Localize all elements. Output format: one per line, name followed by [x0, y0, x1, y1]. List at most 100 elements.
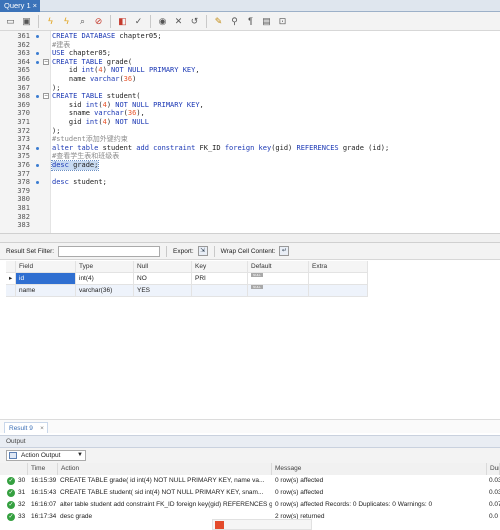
- filter-input[interactable]: [58, 245, 161, 257]
- export-icon[interactable]: ⇲: [197, 246, 208, 256]
- stop-icon[interactable]: ⊘: [92, 15, 105, 28]
- code-text: CREATE DATABASE chapter05;: [52, 32, 162, 40]
- column-header[interactable]: Null: [134, 261, 192, 273]
- find-icon[interactable]: ⚲: [228, 15, 241, 28]
- column-header[interactable]: Key: [192, 261, 248, 273]
- output-column-header[interactable]: [0, 463, 28, 475]
- tab-query-1[interactable]: Query 1 ×: [0, 0, 40, 12]
- line-number: 371: [17, 118, 30, 126]
- fold-toggle-icon[interactable]: −: [43, 58, 49, 65]
- code-text: id int(4) NOT NULL PRIMARY KEY,: [52, 66, 200, 75]
- rollback-icon[interactable]: ↺: [188, 15, 201, 28]
- code-line[interactable]: 363 USE chapter05;: [0, 49, 500, 58]
- line-number: 361: [17, 32, 30, 40]
- auto-commit-icon[interactable]: ◉: [156, 15, 169, 28]
- execute-current-icon[interactable]: ϟ: [60, 15, 73, 28]
- output-row[interactable]: ✓ 30 16:15:39 CREATE TABLE grade( id int(4)…: [0, 475, 500, 487]
- code-text: #查看学生表和班级表: [52, 152, 120, 161]
- code-line[interactable]: 372);: [0, 127, 500, 136]
- grid-cell[interactable]: [309, 285, 368, 297]
- output-column-header[interactable]: Time: [28, 463, 58, 475]
- execute-icon[interactable]: ϟ: [44, 15, 57, 28]
- grid-cell[interactable]: NO: [134, 273, 192, 285]
- code-line[interactable]: 382: [0, 213, 500, 222]
- code-line[interactable]: 381: [0, 204, 500, 213]
- column-header[interactable]: Extra: [309, 261, 368, 273]
- query-tab-bar: Query 1 ×: [0, 0, 500, 12]
- output-column-header[interactable]: Action: [58, 463, 272, 475]
- output-row[interactable]: ✓ 31 16:15:43 CREATE TABLE student( sid int…: [0, 487, 500, 499]
- code-text: name varchar(36): [52, 75, 137, 83]
- code-line[interactable]: 375 #查看学生表和班级表: [0, 152, 500, 161]
- stop-on-error-icon[interactable]: ✕: [172, 15, 185, 28]
- output-select-value: Action Output: [21, 452, 61, 459]
- grid-cell[interactable]: varchar(36): [76, 285, 134, 297]
- code-line[interactable]: 376 desc grade;: [0, 160, 500, 171]
- code-line[interactable]: 366 name varchar(36): [0, 75, 500, 84]
- folder-open-icon[interactable]: ▭: [4, 15, 17, 28]
- row-marker[interactable]: ▸: [6, 273, 16, 285]
- grid-cell[interactable]: int(4): [76, 273, 134, 285]
- code-line[interactable]: 361 CREATE DATABASE chapter05;: [0, 32, 500, 41]
- code-line[interactable]: 377: [0, 170, 500, 179]
- code-line[interactable]: 383: [0, 221, 500, 230]
- grid-cell[interactable]: NULL: [248, 285, 309, 297]
- grid-cell[interactable]: id: [16, 273, 76, 285]
- fold-toggle-icon[interactable]: −: [43, 93, 49, 100]
- action-duration: 0.03: [489, 489, 500, 496]
- line-number: 376: [17, 161, 30, 169]
- code-line[interactable]: 368 − CREATE TABLE student(: [0, 92, 500, 101]
- code-line[interactable]: 364 − CREATE TABLE grade(: [0, 58, 500, 67]
- code-line[interactable]: 373 #student添加外键约束: [0, 135, 500, 144]
- code-line[interactable]: 379: [0, 187, 500, 196]
- output-row[interactable]: ✓ 32 16:16:07 alter table student add const…: [0, 499, 500, 511]
- grid-cell[interactable]: YES: [134, 285, 192, 297]
- tab-result-9[interactable]: Result 9 ×: [4, 422, 48, 433]
- grid-cell[interactable]: PRI: [192, 273, 248, 285]
- code-line[interactable]: 369 sid int(4) NOT NULL PRIMARY KEY,: [0, 101, 500, 110]
- sql-editor[interactable]: 361 CREATE DATABASE chapter05; 362 #建表 363 US…: [0, 31, 500, 233]
- close-icon[interactable]: ×: [40, 423, 44, 434]
- column-header[interactable]: Field: [16, 261, 76, 273]
- wrap-icon[interactable]: ¶: [244, 15, 257, 28]
- close-icon[interactable]: ×: [33, 0, 37, 12]
- column-header[interactable]: [6, 261, 16, 273]
- grid-cell[interactable]: NULL: [248, 273, 309, 285]
- table-row[interactable]: ▸ id int(4) NO PRI NULL: [6, 273, 368, 285]
- toolbar-separator: [38, 14, 39, 28]
- line-number: 364: [17, 57, 30, 66]
- grid-cell[interactable]: name: [16, 285, 76, 297]
- row-marker[interactable]: [6, 285, 16, 297]
- column-header[interactable]: Default: [248, 261, 309, 273]
- action-message: 0 row(s) affected: [275, 477, 324, 484]
- format-icon[interactable]: ▤: [260, 15, 273, 28]
- action-number: 33: [18, 513, 26, 520]
- code-line[interactable]: 378 desc student;: [0, 178, 500, 187]
- search-icon[interactable]: ⌕: [76, 15, 89, 28]
- output-type-select[interactable]: Action Output ▼: [6, 450, 86, 461]
- code-line[interactable]: 370 sname varchar(36),: [0, 109, 500, 118]
- wrap-cell-icon[interactable]: ↵: [279, 246, 290, 256]
- code-line[interactable]: 371 gid int(4) NOT NULL: [0, 118, 500, 127]
- table-row[interactable]: name varchar(36) YES NULL: [6, 285, 368, 297]
- line-number: 382: [17, 212, 30, 221]
- toggle-results-icon[interactable]: ◧: [116, 15, 129, 28]
- code-line[interactable]: 362 #建表: [0, 41, 500, 50]
- output-column-header[interactable]: Message: [272, 463, 487, 475]
- code-line[interactable]: 367);: [0, 84, 500, 93]
- code-line[interactable]: 365 id int(4) NOT NULL PRIMARY KEY,: [0, 66, 500, 75]
- grid-cell[interactable]: [309, 273, 368, 285]
- column-header[interactable]: Type: [76, 261, 134, 273]
- watermark: [212, 519, 312, 530]
- grid-cell[interactable]: [192, 285, 248, 297]
- pane-splitter[interactable]: [0, 233, 500, 243]
- output-column-header[interactable]: Dur: [487, 463, 500, 475]
- code-line[interactable]: 380: [0, 195, 500, 204]
- line-number: 370: [17, 109, 30, 118]
- null-badge: NULL: [251, 285, 263, 290]
- beautify-icon[interactable]: ✎: [212, 15, 225, 28]
- comment-icon[interactable]: ⊡: [276, 15, 289, 28]
- save-icon[interactable]: ▣: [20, 15, 33, 28]
- action-duration: 0.03: [489, 477, 500, 484]
- commit-icon[interactable]: ✓: [132, 15, 145, 28]
